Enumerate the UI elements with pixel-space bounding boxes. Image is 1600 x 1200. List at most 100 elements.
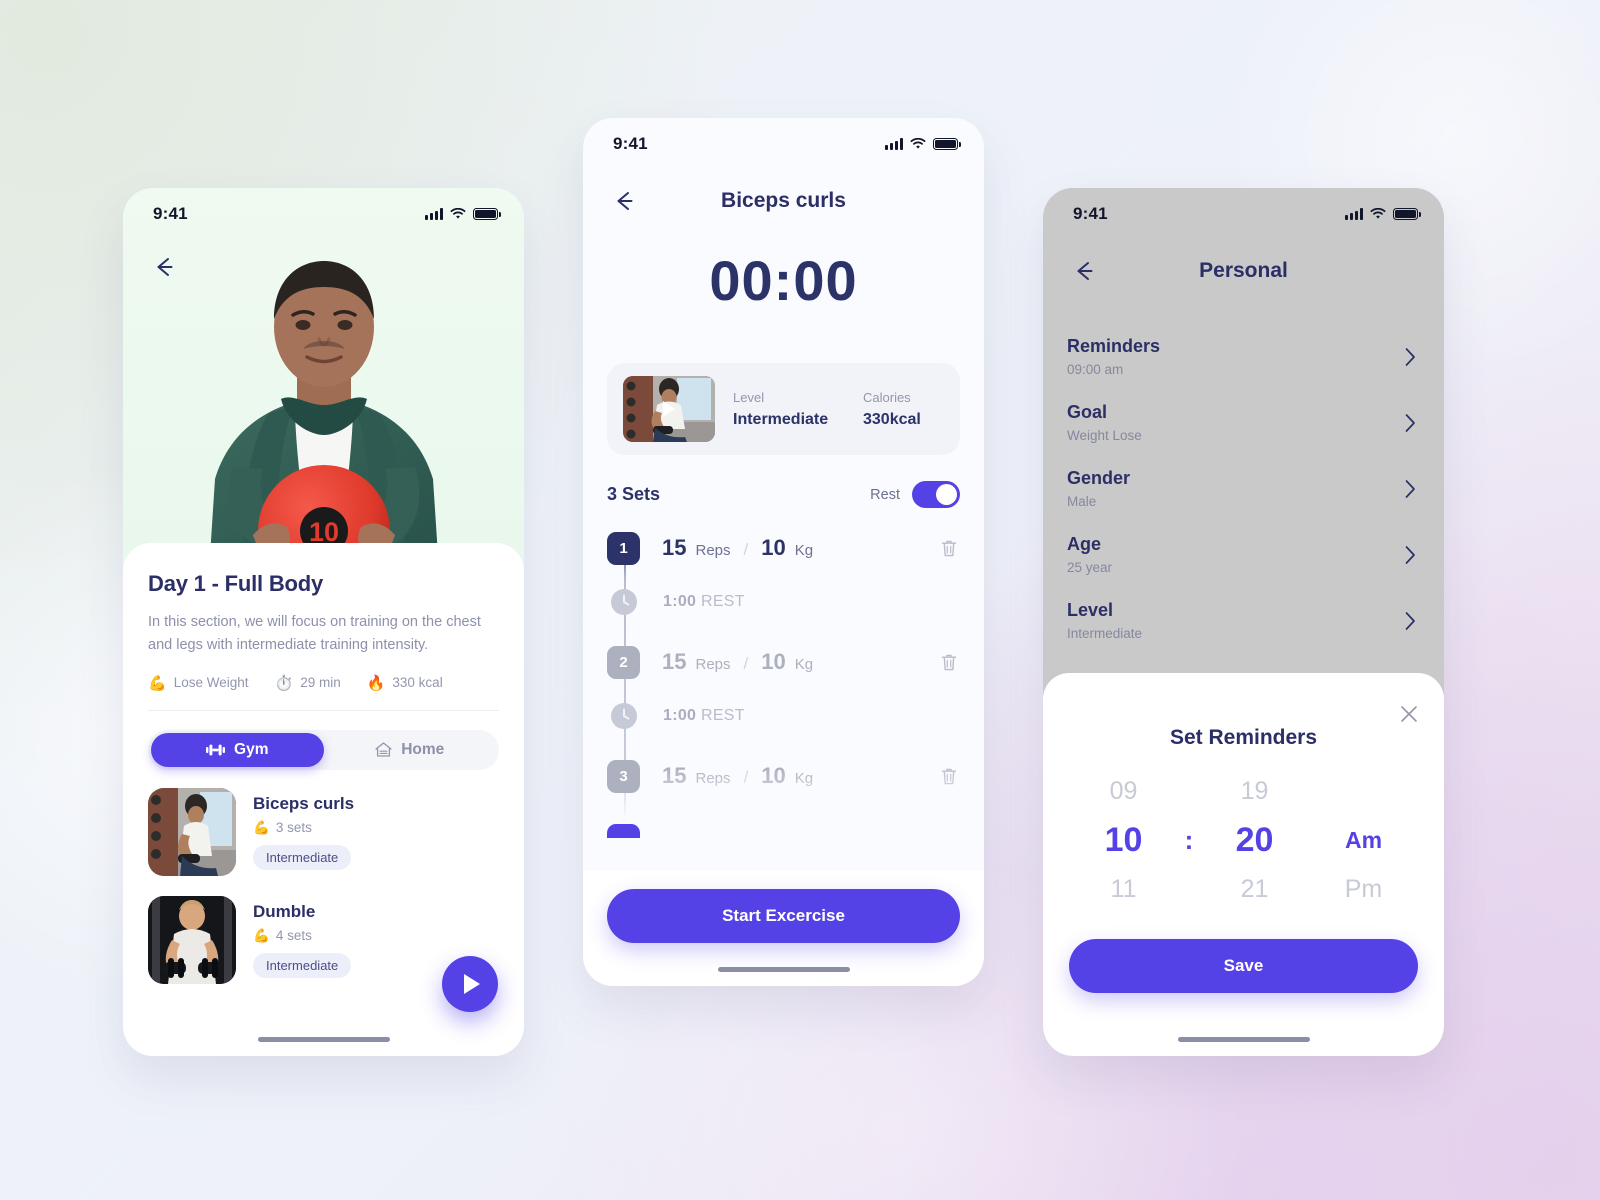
rest-row: 1:00 REST (607, 582, 960, 622)
wifi-icon (1370, 208, 1386, 219)
settings-row-title: Gender (1067, 468, 1131, 488)
minute-next[interactable]: 21 (1241, 866, 1269, 913)
status-bar-icons (425, 208, 501, 220)
meridiem-next[interactable]: Pm (1345, 866, 1383, 913)
trash-icon[interactable] (940, 538, 958, 558)
exercise-sets-label: 4 sets (275, 928, 312, 944)
phone-workout-detail: 9:41 10 Day 1 - Full Body In this sectio… (123, 188, 524, 1056)
header: Biceps curls (583, 170, 984, 232)
muscle-emoji-icon: 💪 (148, 674, 167, 692)
segment-gym[interactable]: Gym (151, 732, 324, 767)
set-row[interactable]: 2 15 Reps / 10 Kg (607, 638, 960, 686)
battery-icon (933, 138, 961, 150)
set-weight-unit: Kg (794, 542, 814, 559)
segment-home-label: Home (401, 740, 445, 758)
meridiem-selected[interactable]: Am (1345, 827, 1382, 854)
settings-row-goal[interactable]: Goal Weight Lose (1067, 390, 1420, 456)
stopwatch-emoji-icon: ⏱️ (274, 674, 294, 692)
battery-icon (473, 208, 501, 220)
list-fade-overlay (607, 768, 960, 838)
sets-timeline: 1 15 Reps / 10 Kg 1:00 REST 2 15 Reps / … (607, 508, 960, 838)
hour-prev[interactable]: 09 (1110, 768, 1138, 815)
hour-next[interactable]: 11 (1111, 866, 1137, 913)
fire-emoji-icon: 🔥 (366, 674, 386, 692)
segment-home[interactable]: Home (324, 733, 497, 767)
modal-title: Set Reminders (1169, 726, 1318, 749)
status-bar-time: 9:41 (153, 204, 188, 223)
settings-list: Reminders 09:00 am Goal Weight Lose Gend… (1043, 324, 1444, 654)
close-icon[interactable] (1400, 705, 1418, 723)
chevron-right-icon (1405, 480, 1415, 498)
set-weight-value: 10 (761, 535, 786, 560)
phone-personal-settings: 9:41 Personal Reminders 09:00 am Goal We… (1043, 188, 1444, 1056)
set-number: 2 (607, 645, 640, 679)
meta-calories-label: 330 kcal (392, 675, 443, 691)
phone-exercise-timer: 9:41 Biceps curls 00:00 Level Intermedia… (583, 118, 984, 986)
settings-row-age[interactable]: Age 25 year (1067, 522, 1420, 588)
meta-duration: ⏱️ 29 min (275, 674, 341, 692)
settings-row-title: Reminders (1067, 336, 1161, 356)
set-number-next (607, 823, 640, 838)
hero-image-area: 9:41 10 (123, 188, 524, 571)
level-value: Intermediate (733, 410, 829, 428)
trash-icon[interactable] (940, 652, 958, 672)
start-exercise-button[interactable]: Start Excercise (607, 889, 960, 943)
exercise-level-badge: Intermediate (253, 952, 352, 978)
play-workout-button[interactable] (442, 956, 498, 1012)
athlete-photo: 10 (208, 261, 439, 571)
status-bar: 9:41 (583, 118, 984, 170)
exercise-sets: 💪 4 sets (253, 928, 351, 944)
calories-value: 330kcal (863, 410, 921, 428)
set-row[interactable]: 1 15 Reps / 10 Kg (607, 524, 960, 572)
exercise-info-card[interactable]: Level Intermediate Calories 330kcal (607, 363, 960, 455)
exercise-name: Biceps curls (253, 793, 355, 813)
page-title: Personal (1199, 259, 1288, 282)
toggle-knob (936, 484, 957, 505)
exercise-video-thumbnail[interactable] (623, 376, 715, 442)
info-level: Level Intermediate (733, 390, 845, 429)
header: Personal (1043, 240, 1444, 302)
exercise-list-item[interactable]: Biceps curls 💪 3 sets Intermediate (148, 787, 499, 876)
exercise-sets-label: 3 sets (275, 820, 312, 836)
wifi-icon (450, 208, 466, 219)
minute-prev[interactable]: 19 (1241, 768, 1269, 815)
battery-icon (1393, 208, 1421, 220)
status-bar-icons (1345, 208, 1421, 220)
back-button[interactable] (611, 188, 637, 214)
settings-row-reminders[interactable]: Reminders 09:00 am (1067, 324, 1420, 390)
home-indicator (257, 1037, 390, 1042)
rest-row-text: 1:00 REST (663, 593, 745, 611)
cellular-signal-icon (885, 138, 903, 150)
exercise-thumbnail (148, 895, 236, 984)
cellular-signal-icon (1345, 208, 1363, 220)
time-picker[interactable]: 09 19 10 : 20 Am 11 21 Pm (1069, 768, 1418, 913)
save-button[interactable]: Save (1069, 939, 1418, 993)
settings-row-title: Age (1067, 534, 1102, 554)
level-label: Level (733, 389, 765, 405)
settings-screen: 9:41 Personal Reminders 09:00 am Goal We… (1043, 188, 1444, 654)
set-number: 1 (607, 531, 640, 565)
rest-label: REST (700, 593, 745, 610)
settings-row-title: Level (1067, 600, 1114, 620)
home-indicator (717, 967, 850, 972)
settings-row-gender[interactable]: Gender Male (1067, 456, 1420, 522)
canvas: 9:41 10 Day 1 - Full Body In this sectio… (0, 0, 1600, 1200)
chevron-right-icon (1405, 612, 1415, 630)
status-bar: 9:41 (1043, 188, 1444, 240)
rest-toggle-label: Rest (870, 486, 900, 503)
exercise-level-badge: Intermediate (253, 844, 352, 870)
rest-label: REST (700, 707, 745, 724)
rest-duration: 1:00 (663, 593, 697, 610)
timer-display: 00:00 (709, 249, 858, 312)
muscle-emoji-icon: 💪 (253, 927, 270, 943)
settings-row-level[interactable]: Level Intermediate (1067, 588, 1420, 654)
workout-description: In this section, we will focus on traini… (148, 614, 481, 654)
house-icon (375, 742, 392, 758)
hour-selected[interactable]: 10 (1105, 815, 1143, 866)
rest-toggle[interactable] (912, 481, 960, 508)
muscle-emoji-icon: 💪 (253, 819, 270, 835)
set-reminders-modal: Set Reminders 09 19 10 : 20 Am 11 21 Pm … (1043, 673, 1444, 1056)
minute-selected[interactable]: 20 (1236, 815, 1274, 866)
value-separator: / (743, 654, 749, 673)
back-button[interactable] (1071, 258, 1097, 284)
